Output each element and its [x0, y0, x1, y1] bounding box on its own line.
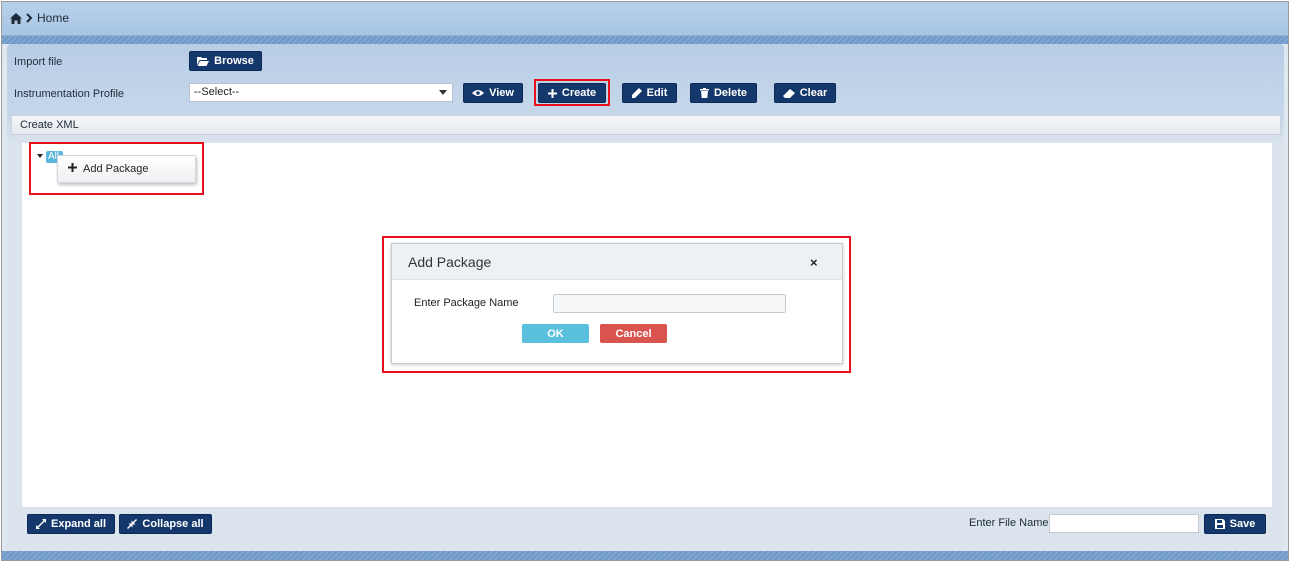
pencil-icon [631, 88, 642, 98]
view-button[interactable]: View [463, 83, 523, 103]
eraser-icon [782, 88, 795, 98]
dialog-highlight [382, 236, 851, 373]
chevron-right-icon [26, 13, 33, 23]
top-bar: Home [2, 2, 1288, 36]
save-button[interactable]: Save [1204, 514, 1266, 534]
save-label: Save [1229, 518, 1256, 530]
select-value: --Select-- [194, 86, 240, 98]
browse-button[interactable]: Browse [189, 51, 262, 71]
breadcrumb-home[interactable]: Home [37, 11, 69, 25]
eye-icon [472, 89, 485, 97]
expand-all-label: Expand all [50, 518, 107, 530]
instrumentation-profile-label: Instrumentation Profile [14, 88, 125, 100]
save-icon [1214, 519, 1225, 529]
import-file-label: Import file [14, 56, 63, 68]
collapse-all-label: Collapse all [142, 518, 204, 530]
file-name-input[interactable] [1049, 514, 1199, 533]
decorative-band [2, 36, 1288, 44]
edit-button[interactable]: Edit [622, 83, 677, 103]
folder-open-icon [197, 56, 210, 66]
view-label: View [489, 87, 514, 99]
clear-button[interactable]: Clear [774, 83, 836, 103]
decorative-band-bottom [2, 551, 1288, 560]
trash-icon [699, 88, 709, 98]
create-xml-header: Create XML [11, 115, 1281, 135]
browse-label: Browse [214, 55, 254, 67]
collapse-all-button[interactable]: Collapse all [119, 514, 212, 534]
chevron-down-icon [439, 90, 447, 95]
file-name-label: Enter File Name [969, 517, 1049, 529]
collapse-icon [127, 519, 138, 529]
instrumentation-profile-select[interactable]: --Select-- [189, 83, 453, 102]
delete-button[interactable]: Delete [690, 83, 757, 103]
edit-label: Edit [646, 87, 668, 99]
clear-label: Clear [799, 87, 828, 99]
create-highlight [534, 79, 610, 106]
home-icon[interactable] [10, 12, 22, 24]
context-menu-highlight [29, 142, 204, 195]
expand-icon [35, 519, 46, 529]
delete-label: Delete [713, 87, 748, 99]
expand-all-button[interactable]: Expand all [27, 514, 115, 534]
breadcrumb: Home [10, 11, 69, 25]
